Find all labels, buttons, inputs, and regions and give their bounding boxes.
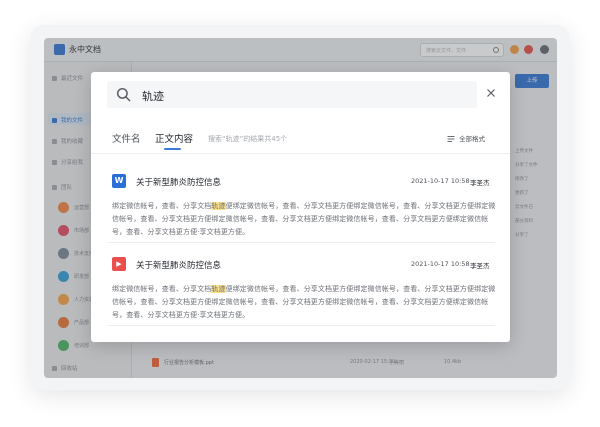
result-author: 李圣杰 <box>470 179 490 187</box>
snippet-text: 绑定微信帐号，查看、分享文档 <box>112 202 212 210</box>
word-file-icon-glyph: W <box>114 176 124 185</box>
result-snippet: 绑定微信帐号，查看、分享文档轨迹便绑定微信帐号，查看、分享文档更方便绑定微信帐号… <box>112 200 496 239</box>
result-title[interactable]: 关于新型肺炎防控信息 <box>136 176 221 188</box>
search-query: 轨迹 <box>142 90 164 103</box>
search-icon <box>116 87 131 102</box>
search-modal: 轨迹 文件名 正文内容 搜索“轨迹”的结果共45个 全部格式 W 关于新型肺炎防… <box>91 72 510 342</box>
snippet-text: 绑定微信帐号，查看、分享文档 <box>112 285 212 293</box>
snippet-match-highlight: 轨迹 <box>211 202 226 210</box>
screenshot-stage: 永中文档 搜索云文件、文件 最近文件 我的文件 我的收藏 分享给我 团队 运营部… <box>0 0 600 427</box>
search-result-item[interactable]: W 关于新型肺炎防控信息 2021-10-17 10:58 李圣杰 绑定微信帐号… <box>107 160 495 243</box>
result-author: 李圣杰 <box>470 262 490 270</box>
format-filter-label: 全部格式 <box>459 135 485 143</box>
result-date: 2021-10-17 10:58 <box>411 177 470 185</box>
result-date: 2021-10-17 10:58 <box>411 260 470 268</box>
search-input[interactable]: 轨迹 <box>107 81 477 108</box>
pdf-file-icon-glyph: ▶ <box>116 260 122 268</box>
filter-icon <box>447 136 455 142</box>
word-file-icon: W <box>112 174 126 188</box>
format-filter-button[interactable]: 全部格式 <box>447 133 485 143</box>
active-tab-indicator <box>164 148 181 150</box>
result-title[interactable]: 关于新型肺炎防控信息 <box>136 259 221 271</box>
result-count: 搜索“轨迹”的结果共45个 <box>208 135 288 143</box>
snippet-match-highlight: 轨迹 <box>211 285 226 293</box>
search-result-item[interactable]: ▶ 关于新型肺炎防控信息 2021-10-17 10:58 李圣杰 绑定微信帐号… <box>107 243 495 326</box>
result-snippet: 绑定微信帐号，查看、分享文档轨迹便绑定微信帐号，查看、分享文档更方便绑定微信帐号… <box>112 283 496 322</box>
pdf-file-icon: ▶ <box>112 257 126 271</box>
tab-content[interactable]: 正文内容 <box>155 131 193 145</box>
close-icon[interactable] <box>486 88 496 98</box>
tab-filename[interactable]: 文件名 <box>112 131 141 145</box>
search-tabs: 文件名 正文内容 搜索“轨迹”的结果共45个 全部格式 <box>91 124 510 154</box>
